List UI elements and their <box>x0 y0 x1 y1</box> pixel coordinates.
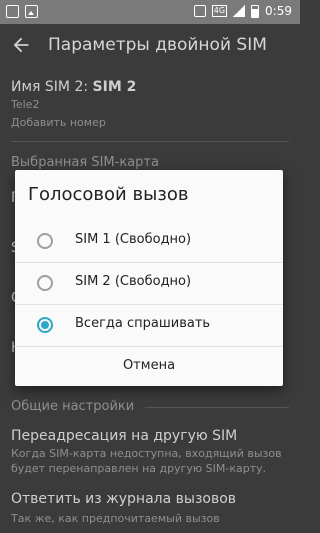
forwarding-desc-2: будет перенаправлен на другую SIM-карту. <box>11 462 267 475</box>
option-label: Всегда спрашивать <box>75 316 211 331</box>
radio-button[interactable] <box>37 275 53 291</box>
network-type: 4G <box>211 5 228 17</box>
battery-icon <box>251 4 260 18</box>
option-sim2[interactable]: SIM 2 (Свободно) <box>15 262 283 304</box>
option-sim1[interactable]: SIM 1 (Свободно) <box>15 220 283 262</box>
status-bar: 4G 0:59 <box>0 0 300 24</box>
image-notification-icon <box>25 5 38 18</box>
sim2-name-setting[interactable]: Имя SIM 2: SIM 2 <box>11 79 291 95</box>
signal-icon <box>233 5 246 17</box>
clock: 0:59 <box>265 4 292 18</box>
back-arrow-icon[interactable] <box>10 34 32 56</box>
vibrate-icon <box>193 5 206 17</box>
sim2-name-value: SIM 2 <box>92 79 137 95</box>
notification-icon <box>6 5 19 18</box>
voice-call-dialog: Голосовой вызов SIM 1 (Свободно) SIM 2 (… <box>15 170 283 386</box>
radio-button[interactable] <box>37 233 53 249</box>
sim2-name-label: Имя SIM 2: <box>11 79 89 95</box>
option-label: SIM 2 (Свободно) <box>75 274 192 289</box>
preferred-sim-section: Выбранная SIM-карта <box>11 155 159 170</box>
section-divider <box>145 407 289 408</box>
radio-button-selected[interactable] <box>37 317 53 333</box>
cancel-button[interactable]: Отмена <box>15 346 283 386</box>
page-title: Параметры двойной SIM <box>48 35 267 55</box>
general-section: Общие настройки <box>11 399 135 414</box>
app-bar: Параметры двойной SIM <box>0 24 300 68</box>
reply-from-log-desc: Так же, как предпочитаемый вызов <box>11 512 220 525</box>
add-number-link[interactable]: Добавить номер <box>11 116 106 129</box>
sim2-operator: Tele2 <box>11 98 40 111</box>
forwarding-title[interactable]: Переадресация на другую SIM <box>11 428 291 444</box>
forwarding-desc-1: Когда SIM-карта недоступна, входящий выз… <box>11 447 282 460</box>
dialog-title: Голосовой вызов <box>28 184 189 205</box>
option-label: SIM 1 (Свободно) <box>75 232 192 247</box>
option-always-ask[interactable]: Всегда спрашивать <box>15 304 283 346</box>
divider <box>11 141 289 142</box>
reply-from-log-title[interactable]: Ответить из журнала вызовов <box>11 491 291 507</box>
